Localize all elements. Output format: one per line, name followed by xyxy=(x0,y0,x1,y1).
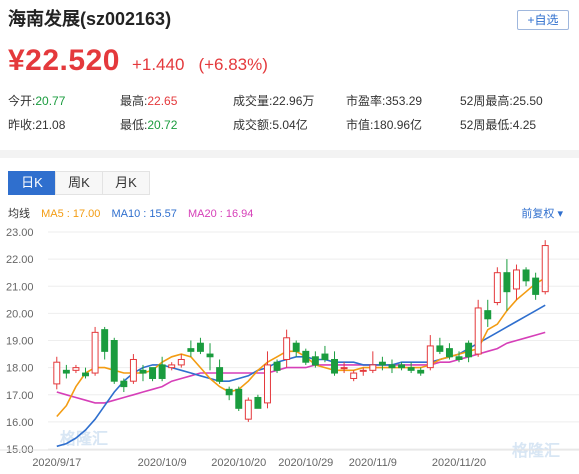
price-row: ¥22.520 +1.440 (+6.83%) xyxy=(8,44,268,78)
candle-body xyxy=(168,364,176,369)
y-tick-label: 22.00 xyxy=(6,254,34,266)
candle-body xyxy=(244,399,252,420)
candle-body xyxy=(53,361,61,385)
candle-body xyxy=(264,364,271,404)
y-tick-label: 18.00 xyxy=(6,363,34,375)
kline-chart: 23.00 22.00 21.00 20.00 19.00 18.00 17.00 16.00… xyxy=(0,227,579,469)
y-tick-label: 21.00 xyxy=(6,281,34,293)
price-adjust-dropdown[interactable]: 前复权 ▾ xyxy=(521,205,563,221)
candle-body xyxy=(187,348,195,352)
candle-body xyxy=(465,342,473,358)
stat-market-cap: 市值:180.96亿 xyxy=(346,118,423,132)
stock-name: 海南发展(sz002163) xyxy=(8,9,172,29)
candle-body xyxy=(225,388,233,396)
candle-body xyxy=(283,337,291,360)
stat-low: 最低:20.72 xyxy=(120,118,178,132)
candle-body xyxy=(522,269,530,282)
candle-body xyxy=(436,345,444,352)
candle-body xyxy=(388,364,396,369)
stat-high: 最高:22.65 xyxy=(120,94,178,108)
stat-open: 今开:20.77 xyxy=(8,94,66,108)
stat-52w-low: 52周最低:4.25 xyxy=(460,118,537,132)
candle-body xyxy=(206,353,214,358)
candle-body xyxy=(91,331,99,374)
candle-body xyxy=(455,356,463,360)
candle-body xyxy=(235,388,243,409)
stat-pe-ratio: 市盈率:353.29 xyxy=(346,94,423,108)
candle-body xyxy=(369,364,377,371)
price-change: +1.440 xyxy=(131,55,185,74)
candle-body xyxy=(359,369,367,372)
x-axis-labels: 2020/9/17 2020/10/9 2020/10/20 2020/10/29 20… xyxy=(0,449,579,469)
price-change-percent: (+6.83%) xyxy=(198,55,268,74)
candle-body xyxy=(503,272,511,293)
candle-body xyxy=(407,367,415,371)
candle-body xyxy=(350,372,358,379)
candle-body xyxy=(474,307,482,355)
candle-body xyxy=(149,367,157,379)
stat-52w-high: 52周最高:25.50 xyxy=(460,94,543,108)
kline-period-tabs: 日K 周K 月K xyxy=(8,171,150,195)
candle-body xyxy=(292,342,300,352)
candle-body xyxy=(398,364,406,369)
candle-body xyxy=(445,348,453,358)
stat-turnover: 成交额:5.04亿 xyxy=(233,118,308,132)
ma5-legend: MA5 : 17.00 xyxy=(41,208,101,220)
x-tick-label: 2020/10/9 xyxy=(138,457,187,469)
candle-body xyxy=(273,361,281,371)
candle-body xyxy=(196,342,204,352)
candle-body xyxy=(120,380,128,388)
candle-body xyxy=(513,269,520,290)
y-tick-label: 23.00 xyxy=(6,227,34,239)
tab-daily-k[interactable]: 日K xyxy=(8,171,56,195)
candle-body xyxy=(72,367,80,371)
x-tick-label: 2020/11/9 xyxy=(349,457,397,469)
tab-weekly-k[interactable]: 周K xyxy=(55,171,103,195)
ma-label: 均线 xyxy=(8,208,30,220)
stat-prev-close: 昨收:21.08 xyxy=(8,118,66,132)
candle-body xyxy=(426,345,434,369)
y-tick-label: 19.00 xyxy=(6,336,34,348)
candle-body xyxy=(541,245,549,293)
candle-body xyxy=(62,369,70,374)
add-to-watchlist-button[interactable]: +自选 xyxy=(517,10,569,30)
candle-body xyxy=(340,367,348,370)
quote-stats: 今开:20.77 最高:22.65 成交量:22.96万 市盈率:353.29 … xyxy=(8,92,573,140)
candle-body xyxy=(158,364,166,379)
candle-body xyxy=(331,358,338,374)
y-tick-label: 17.00 xyxy=(6,390,34,402)
candle-body xyxy=(417,369,425,374)
candle-body xyxy=(532,277,540,295)
candle-body xyxy=(216,367,224,382)
x-tick-label: 2020/10/20 xyxy=(211,457,266,469)
candle-body xyxy=(321,353,329,360)
candle-body xyxy=(493,272,501,304)
moving-average-legend: 均线 MA5 : 17.00 MA10 : 15.57 MA20 : 16.94… xyxy=(8,205,571,221)
candle-body xyxy=(378,361,386,366)
stat-volume: 成交量:22.96万 xyxy=(233,94,315,108)
candle-body xyxy=(311,356,319,366)
candle-body xyxy=(129,358,137,382)
x-tick-label: 2020/11/20 xyxy=(432,457,486,469)
stats-row: 今开:20.77 最高:22.65 成交量:22.96万 市盈率:353.29 … xyxy=(8,92,573,116)
candle-body xyxy=(484,310,492,320)
tab-monthly-k[interactable]: 月K xyxy=(102,171,150,195)
candle-body xyxy=(82,372,89,377)
section-divider xyxy=(0,150,579,158)
candle-body xyxy=(110,340,118,382)
stats-row: 昨收:21.08 最低:20.72 成交额:5.04亿 市值:180.96亿 5… xyxy=(8,116,573,140)
candle-body xyxy=(101,329,109,352)
candle-body xyxy=(302,350,310,363)
candle-body xyxy=(177,358,185,366)
y-tick-label: 20.00 xyxy=(6,308,34,320)
y-tick-label: 16.00 xyxy=(6,417,34,429)
ma20-legend: MA20 : 16.94 xyxy=(187,208,254,220)
current-price: ¥22.520 xyxy=(8,44,120,77)
candle-body xyxy=(139,369,147,374)
x-tick-label: 2020/9/17 xyxy=(32,457,81,469)
x-tick-label: 2020/10/29 xyxy=(278,457,333,469)
ma10-legend: MA10 : 15.57 xyxy=(111,208,177,220)
candle-body xyxy=(254,396,262,409)
stock-header: 海南发展(sz002163) +自选 xyxy=(8,8,571,34)
